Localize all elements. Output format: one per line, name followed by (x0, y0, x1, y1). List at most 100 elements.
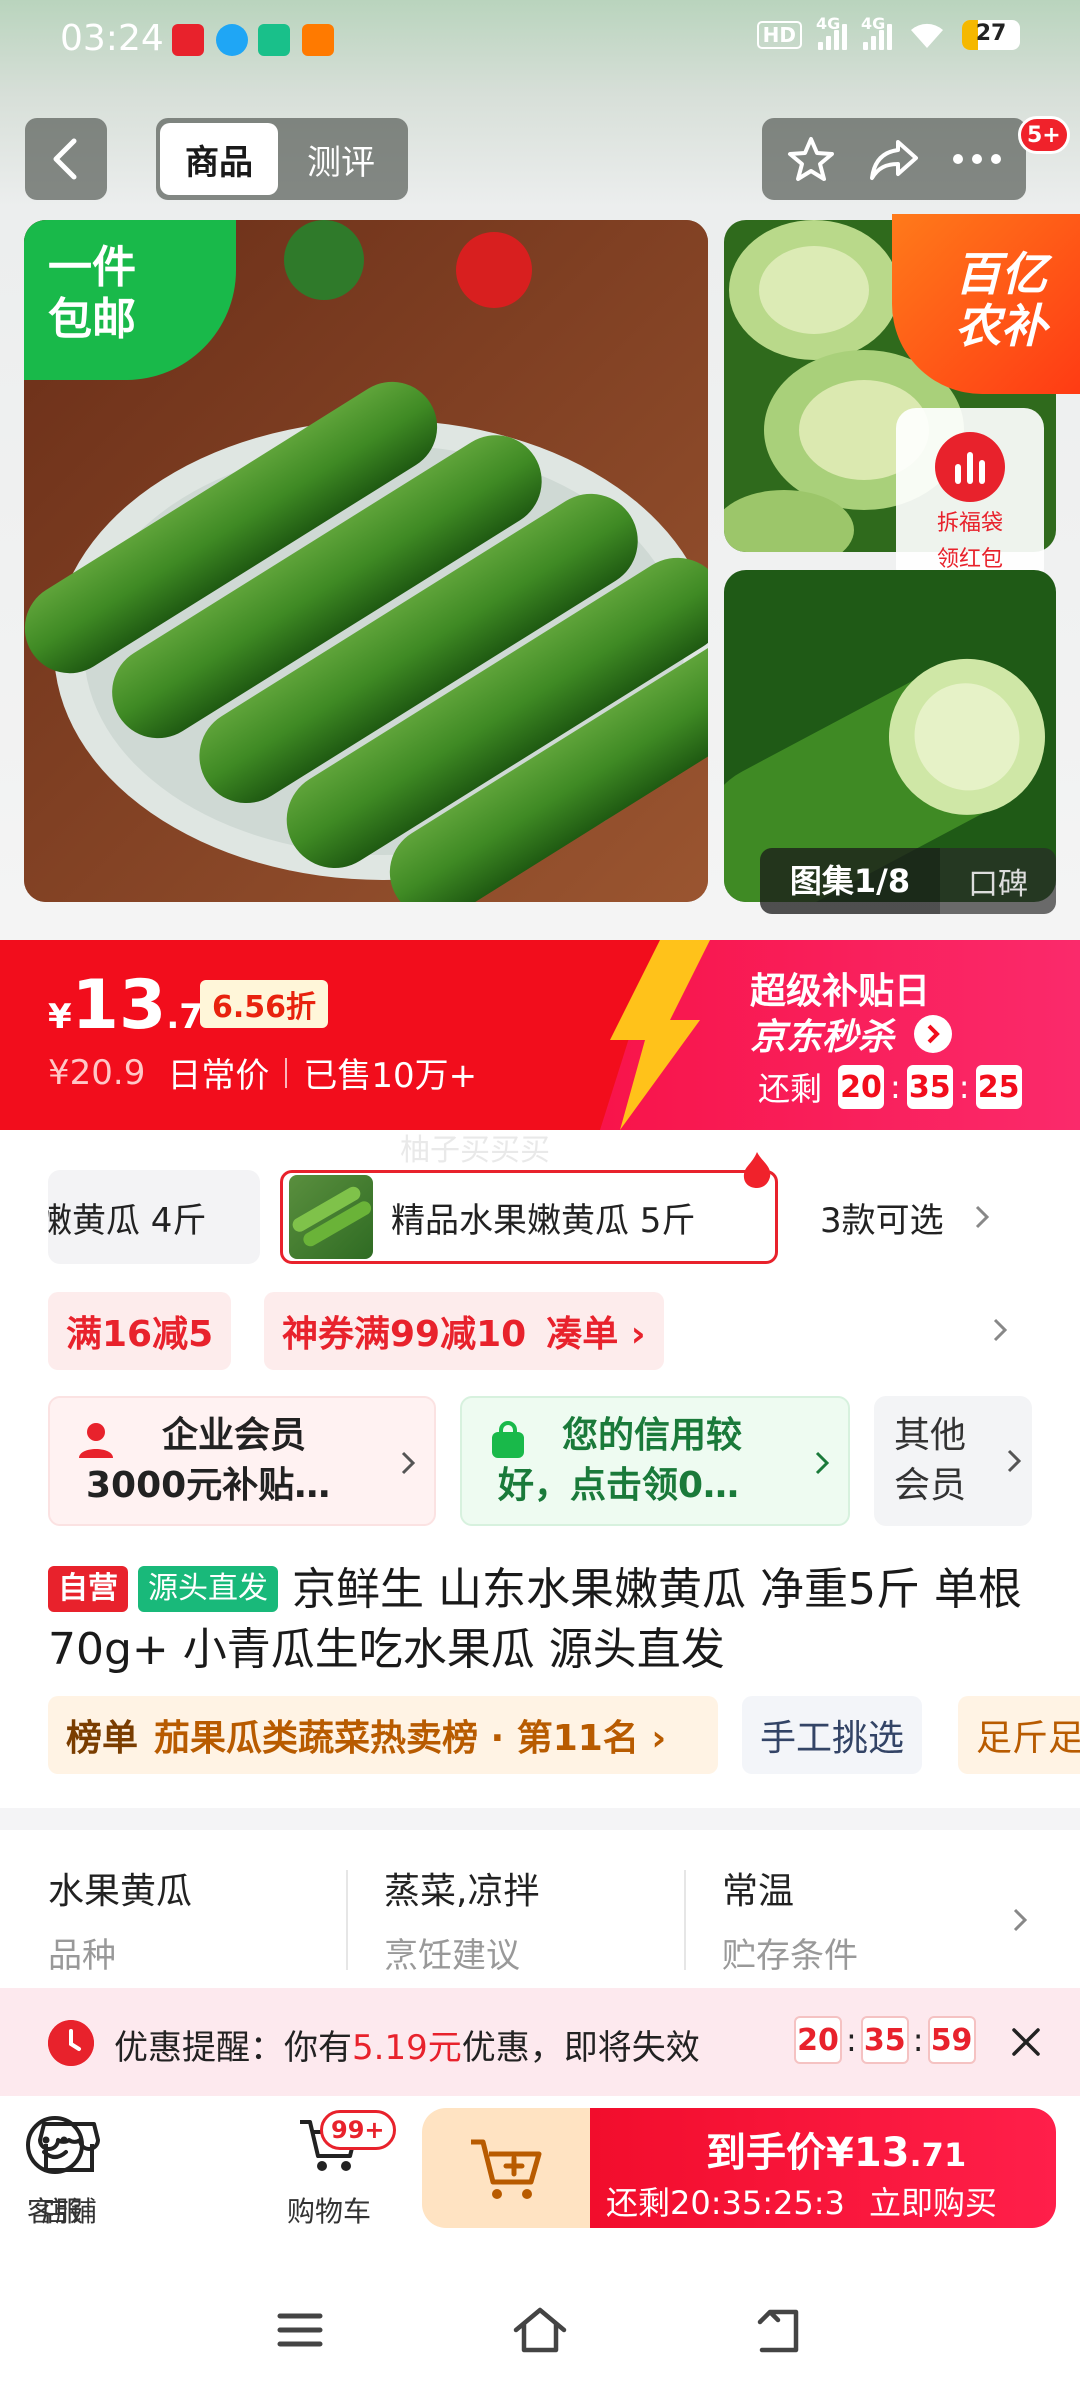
reviews-label[interactable]: 口碑 (940, 859, 1056, 903)
back-nav-icon[interactable] (750, 2300, 810, 2360)
buy-price: 到手价¥ 13.71 (706, 2120, 966, 2178)
share-icon (869, 140, 918, 180)
add-cart-icon (471, 2139, 542, 2199)
more-variants-button[interactable]: 3款可选 (820, 1170, 990, 1264)
coupon-chip[interactable]: 满16减5 (48, 1292, 232, 1370)
bottom-action-bar: 店铺 客服 购物车 99+ 到手价¥ 13.71 还剩20:35:25:3 立即购… (0, 2096, 1080, 2246)
attribute-key: 品种 (48, 1936, 116, 1976)
attribute-value: 水果黄瓜 (48, 1871, 193, 1912)
enterprise-member-card[interactable]: 企业会员 3000元补贴… (48, 1396, 436, 1526)
ranking-chip[interactable]: 榜单 茄果瓜类蔬菜热卖榜 · 第11名 › (48, 1696, 718, 1774)
lightning-icon (610, 940, 710, 1130)
coupon-more-button[interactable] (980, 1300, 1020, 1360)
discount-badge: 6.56折 (200, 980, 329, 1028)
menu-icon[interactable] (270, 2300, 330, 2360)
credit-member-title: 您的信用较 (562, 1415, 743, 1456)
variant-option-selected[interactable]: 精品水果嫩黄瓜 5斤 (280, 1170, 778, 1264)
variant-thumbnail (289, 1175, 373, 1259)
other-member-line2: 会员 (894, 1465, 967, 1506)
lucky-bag-button[interactable]: 拆福袋 领红包 (896, 408, 1044, 588)
ranking-text: 茄果瓜类蔬菜热卖榜 · 第11名 › (154, 1718, 667, 1759)
gallery-counter[interactable]: 图集1/8 口碑 (760, 848, 1056, 914)
attribute-value: 蒸菜,凉拌 (384, 1871, 540, 1912)
reminder-prefix: 优惠提醒：你有 (114, 2028, 352, 2068)
divider (684, 1870, 686, 1970)
currency-symbol: ¥ (48, 997, 72, 1037)
buy-now-button[interactable]: 到手价¥ 13.71 还剩20:35:25:3 立即购买 (590, 2108, 1056, 2228)
other-member-card[interactable]: 其他 会员 (874, 1396, 1032, 1526)
promo-reminder-bar: 优惠提醒：你有5.19元优惠，即将失效 20: 35: 59 (0, 1988, 1080, 2096)
attribute-variety[interactable]: 水果黄瓜 品种 (48, 1862, 348, 1977)
reminder-amount: 5.19元 (352, 2028, 462, 2068)
album-label[interactable]: 图集1/8 (760, 848, 940, 914)
home-icon[interactable] (510, 2300, 570, 2360)
star-icon (788, 137, 835, 181)
divider (346, 1870, 348, 1970)
status-bar: 03:24 HD 4G 4G 27 (0, 0, 1080, 82)
countdown-minutes: 35 (860, 2016, 909, 2064)
countdown-seconds: 25 (975, 1065, 1022, 1109)
subsidy-line2: 农补 (955, 299, 1047, 353)
share-button[interactable] (859, 124, 929, 194)
enterprise-member-desc: 3000元补贴… (86, 1465, 331, 1506)
buy-subline: 还剩20:35:25:3 立即购买 (606, 2178, 997, 2224)
battery-icon: 27 (962, 20, 1020, 50)
event-title[interactable]: 超级补贴日 (750, 962, 930, 1014)
lucky-bag-line1: 拆福袋 (936, 511, 1003, 536)
variant-selector: 嫩黄瓜 4斤 精品水果嫩黄瓜 5斤 3款可选 (0, 1152, 1080, 1280)
attribute-cooking[interactable]: 蒸菜,凉拌 烹饪建议 (384, 1862, 684, 1977)
service-label: 客服 (26, 2195, 83, 2228)
message-badge: 5+ (1018, 116, 1070, 154)
red-packet-icon (935, 432, 1005, 502)
favorite-button[interactable] (776, 124, 846, 194)
price-subline: ¥20.9 日常价 已售10万+ (48, 1048, 477, 1097)
tab-product[interactable]: 商品 (160, 123, 278, 195)
hot-flame-icon (743, 1152, 771, 1188)
close-icon[interactable] (1006, 2022, 1046, 2062)
subsidy-badge[interactable]: 百亿 农补 (892, 214, 1080, 394)
header-actions (762, 118, 1026, 200)
variant-label: 嫩黄瓜 4斤 (48, 1200, 207, 1241)
price-banner: ¥ 13 .71 6.56折 ¥20.9 日常价 已售10万+ 超级补贴日 京东… (0, 940, 1080, 1130)
coupon-label: 满16减5 (66, 1314, 214, 1355)
flash-sale-link[interactable]: 京东秒杀 (750, 1008, 953, 1060)
flash-countdown: 还剩 20: 35: 25 (758, 1064, 1022, 1110)
flash-sale-label: 京东秒杀 (750, 1017, 895, 1058)
app-icon-taobao (302, 24, 334, 56)
credit-member-card[interactable]: 您的信用较 好，点击领0… (460, 1396, 850, 1526)
buy-price-label: 到手价¥ (706, 2130, 854, 2176)
variant-option[interactable]: 嫩黄瓜 4斤 (48, 1170, 260, 1264)
customer-service-button[interactable]: 客服 (0, 2110, 110, 2230)
status-time: 03:24 (60, 18, 164, 59)
more-button[interactable] (942, 124, 1012, 194)
countdown-label: 还剩 (758, 1070, 823, 1108)
back-icon (53, 138, 77, 180)
cart-count-badge: 99+ (320, 2110, 396, 2150)
chevron-right-icon (993, 1318, 1008, 1342)
chevron-right-icon (401, 1451, 416, 1475)
attribute-value: 常温 (722, 1871, 795, 1912)
hd-indicator: HD (756, 21, 802, 49)
free-shipping-line1: 一件 (48, 242, 136, 293)
attribute-storage[interactable]: 常温 贮存条件 (722, 1862, 982, 1977)
countdown-hours: 20 (838, 1065, 885, 1109)
buy-countdown: 还剩20:35:25:3 (606, 2184, 845, 2222)
countdown-seconds: 59 (927, 2016, 976, 2064)
original-price: ¥20.9 (48, 1052, 146, 1093)
alarm-clock-icon (48, 2020, 94, 2066)
add-to-cart-button[interactable] (422, 2108, 592, 2228)
back-button[interactable] (25, 118, 107, 200)
coupon-label: 神券满99减10 (282, 1314, 527, 1355)
chevron-right-icon (815, 1451, 830, 1475)
coupon-chip-super[interactable]: 神券满99减10 凑单 › (264, 1292, 664, 1370)
sold-count: 已售10万+ (303, 1056, 478, 1096)
attributes-more-button[interactable] (1000, 1890, 1040, 1950)
more-icon (952, 154, 1001, 164)
chevron-right-icon (1007, 1449, 1022, 1473)
signal-icon-2: 4G (861, 14, 892, 50)
gather-order-link[interactable]: 凑单 › (546, 1305, 645, 1357)
price-integer: 13 (71, 966, 167, 1045)
tab-review[interactable]: 测评 (278, 123, 404, 195)
reminder-text: 优惠提醒：你有5.19元优惠，即将失效 (114, 2020, 700, 2069)
buy-now-label: 立即购买 (869, 2184, 998, 2222)
